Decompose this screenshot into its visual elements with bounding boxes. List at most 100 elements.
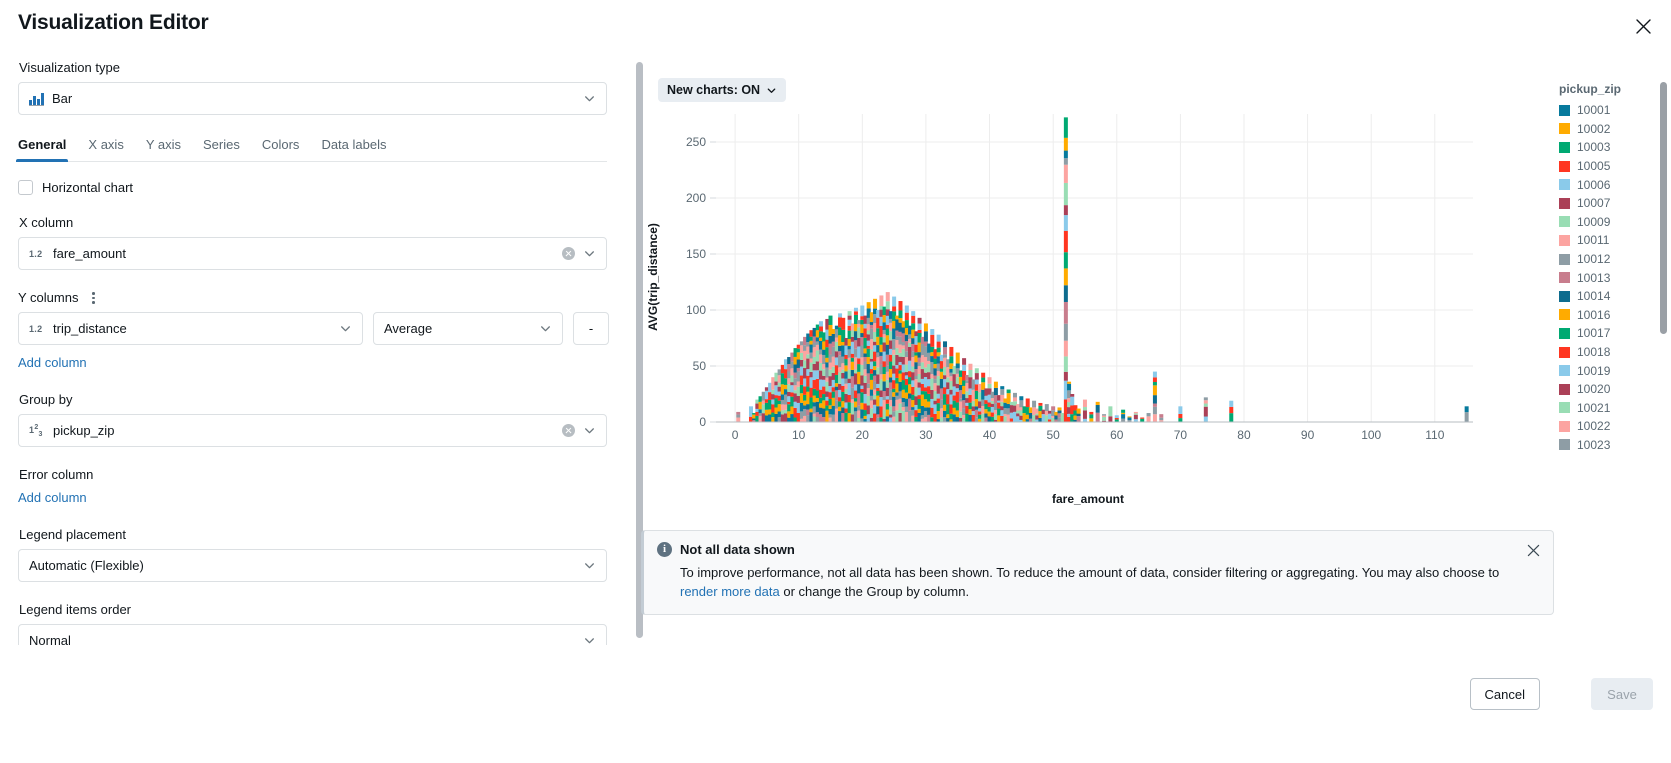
info-icon: i xyxy=(657,542,672,557)
legend-item[interactable]: 10019 xyxy=(1559,361,1655,380)
legend-swatch xyxy=(1559,290,1570,302)
legend-swatch xyxy=(1559,216,1570,228)
y-column-select[interactable]: 1.2 trip_distance xyxy=(18,312,363,345)
viz-type-select[interactable]: Bar xyxy=(18,82,607,115)
alert-title: Not all data shown xyxy=(680,542,795,557)
chevron-down-icon xyxy=(585,251,594,257)
clear-group-by-icon[interactable] xyxy=(562,424,575,437)
legend-label: 10007 xyxy=(1577,196,1611,211)
group-by-select[interactable]: 123 pickup_zip xyxy=(18,414,607,447)
add-error-column-link[interactable]: Add column xyxy=(18,490,87,505)
bar-chart-canvas[interactable] xyxy=(648,102,1528,452)
legend-label: 10021 xyxy=(1577,400,1611,415)
chevron-down-icon xyxy=(585,638,594,644)
group-by-value: pickup_zip xyxy=(53,423,115,438)
legend-item[interactable]: 10014 xyxy=(1559,287,1655,306)
tab-series[interactable]: Series xyxy=(203,137,240,161)
chevron-down-icon xyxy=(585,428,594,434)
x-column-label: X column xyxy=(19,215,74,230)
number-type-icon: 1.2 xyxy=(29,323,43,334)
bar-chart-icon xyxy=(29,92,44,106)
legend-label: 10012 xyxy=(1577,252,1611,267)
legend-order-select[interactable]: Normal xyxy=(18,624,607,645)
chart-legend: pickup_zip 10001 10002 10003 10005 10006 1000… xyxy=(1559,82,1655,454)
legend-item[interactable]: 10017 xyxy=(1559,324,1655,343)
y-aggregation-select[interactable]: Average xyxy=(373,312,563,345)
settings-tabs: General X axis Y axis Series Colors Data… xyxy=(15,137,607,162)
legend-label: 10020 xyxy=(1577,382,1611,397)
alert-body-before: To improve performance, not all data has… xyxy=(680,565,1500,580)
horizontal-chart-row[interactable]: Horizontal chart xyxy=(18,180,607,195)
clear-x-column-icon[interactable] xyxy=(562,247,575,260)
legend-label: 10017 xyxy=(1577,326,1611,341)
close-icon[interactable] xyxy=(1524,541,1542,559)
legend-swatch xyxy=(1559,272,1570,284)
horizontal-chart-checkbox[interactable] xyxy=(18,180,33,195)
legend-item[interactable]: 10016 xyxy=(1559,306,1655,325)
y-columns-menu-icon[interactable] xyxy=(90,290,97,306)
legend-swatch xyxy=(1559,234,1570,246)
legend-item[interactable]: 10005 xyxy=(1559,157,1655,176)
legend-placement-select[interactable]: Automatic (Flexible) xyxy=(18,549,607,582)
error-column-label: Error column xyxy=(19,467,94,482)
alert-body: To improve performance, not all data has… xyxy=(680,563,1510,601)
legend-item[interactable]: 10018 xyxy=(1559,343,1655,362)
tab-general[interactable]: General xyxy=(15,137,69,162)
alert-body-after: or change the Group by column. xyxy=(779,584,970,599)
horizontal-chart-label: Horizontal chart xyxy=(42,180,134,195)
dialog-header: Visualization Editor xyxy=(0,0,1671,52)
legend-item[interactable]: 10003 xyxy=(1559,138,1655,157)
legend-item[interactable]: 10002 xyxy=(1559,120,1655,139)
chevron-down-icon xyxy=(585,563,594,569)
close-icon[interactable] xyxy=(1631,14,1655,38)
tab-data-labels[interactable]: Data labels xyxy=(321,137,386,161)
legend-swatch xyxy=(1559,253,1570,265)
legend-swatch xyxy=(1559,383,1570,395)
legend-item[interactable]: 10021 xyxy=(1559,399,1655,418)
scrollbar-thumb[interactable] xyxy=(1660,82,1667,334)
render-more-data-link[interactable]: render more data xyxy=(680,582,780,601)
legend-label: 10011 xyxy=(1577,233,1610,248)
legend-item[interactable]: 10023 xyxy=(1559,436,1655,455)
y-columns-header: Y columns xyxy=(18,290,607,306)
legend-swatch xyxy=(1559,160,1570,172)
y-aggregation-value: Average xyxy=(384,321,433,336)
x-column-select[interactable]: 1.2 fare_amount xyxy=(18,237,607,270)
legend-label: 10016 xyxy=(1577,307,1611,322)
legend-label: 10013 xyxy=(1577,270,1611,285)
chevron-down-icon xyxy=(585,96,594,102)
new-charts-toggle[interactable]: New charts: ON xyxy=(658,78,787,102)
dialog-footer: Cancel Save xyxy=(0,678,1671,763)
legend-label: 10002 xyxy=(1577,121,1611,136)
group-by-label: Group by xyxy=(19,392,73,407)
legend-swatch xyxy=(1559,141,1570,153)
remove-y-column-button[interactable]: - xyxy=(573,312,609,345)
legend-label: 10019 xyxy=(1577,363,1611,378)
remove-y-column-label: - xyxy=(588,321,594,336)
legend-scrollbar[interactable] xyxy=(1660,82,1667,397)
legend-swatch xyxy=(1559,197,1570,209)
legend-item[interactable]: 10011 xyxy=(1559,231,1655,250)
legend-item[interactable]: 10020 xyxy=(1559,380,1655,399)
tab-x-axis[interactable]: X axis xyxy=(88,137,123,161)
legend-item[interactable]: 10001 xyxy=(1559,101,1655,120)
legend-item[interactable]: 10009 xyxy=(1559,213,1655,232)
legend-order-value: Normal xyxy=(29,633,71,645)
legend-placement-label: Legend placement xyxy=(19,527,126,542)
legend-item[interactable]: 10013 xyxy=(1559,268,1655,287)
legend-item[interactable]: 10012 xyxy=(1559,250,1655,269)
legend-swatch xyxy=(1559,365,1570,377)
chevron-down-icon xyxy=(341,326,350,332)
add-y-column-link[interactable]: Add column xyxy=(18,355,87,370)
legend-item[interactable]: 10022 xyxy=(1559,417,1655,436)
legend-item[interactable]: 10007 xyxy=(1559,194,1655,213)
legend-label: 10005 xyxy=(1577,159,1611,174)
tab-colors[interactable]: Colors xyxy=(262,137,300,161)
save-button: Save xyxy=(1591,678,1653,710)
legend-item[interactable]: 10006 xyxy=(1559,175,1655,194)
tab-y-axis[interactable]: Y axis xyxy=(146,137,181,161)
page-title: Visualization Editor xyxy=(18,11,209,34)
chevron-down-icon xyxy=(541,326,550,332)
cancel-button[interactable]: Cancel xyxy=(1469,678,1540,710)
legend-items: 10001 10002 10003 10005 10006 10007 10009 10011… xyxy=(1559,101,1655,454)
